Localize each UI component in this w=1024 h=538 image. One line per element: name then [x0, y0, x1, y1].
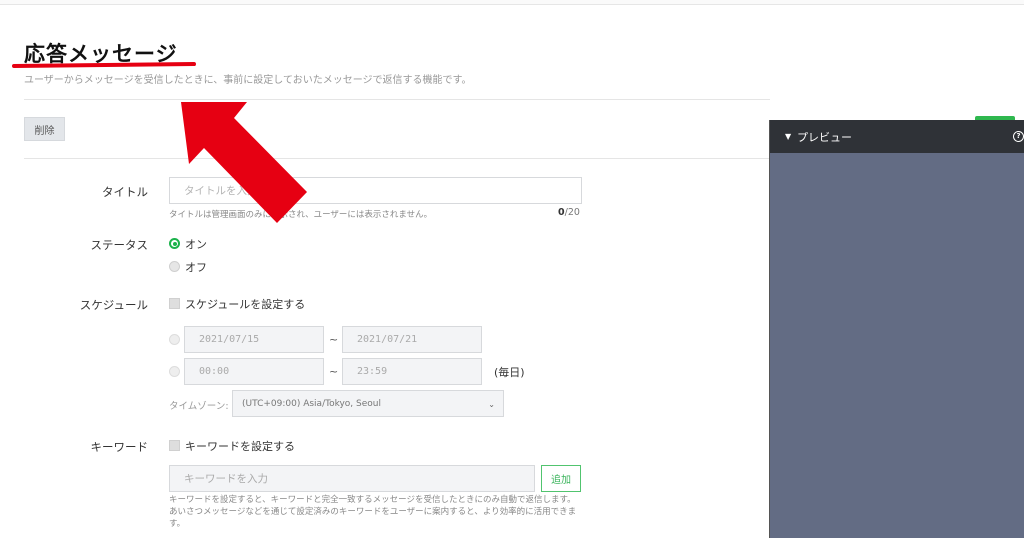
schedule-date-radio[interactable]	[169, 334, 180, 345]
schedule-label: スケジュール	[79, 298, 148, 312]
keyword-label: キーワード	[90, 440, 149, 454]
preview-panel: ▼ プレビュー ?	[769, 120, 1024, 538]
timezone-label: タイムゾーン:	[169, 401, 229, 412]
divider	[24, 99, 770, 100]
status-on-radio[interactable]	[169, 238, 180, 249]
status-on-label[interactable]: オン	[185, 236, 207, 252]
keyword-input[interactable]: キーワードを入力	[169, 465, 535, 492]
title-char-counter: 0/20	[558, 207, 580, 218]
title-input[interactable]: タイトルを入力	[169, 177, 582, 204]
everyday-label: (毎日)	[494, 366, 525, 379]
caret-down-icon: ▼	[785, 132, 792, 141]
timezone-value: (UTC+09:00) Asia/Tokyo, Seoul	[242, 398, 381, 409]
start-date-value: 2021/07/15	[199, 334, 260, 345]
question-circle-icon[interactable]: ?	[1013, 131, 1024, 142]
start-time-value: 00:00	[199, 366, 230, 377]
title-label: タイトル	[102, 185, 148, 199]
start-date-input[interactable]: 2021/07/15	[184, 326, 324, 353]
add-keyword-button[interactable]: 追加	[541, 465, 581, 492]
start-time-input[interactable]: 00:00	[184, 358, 324, 385]
preview-title: プレビュー	[797, 131, 852, 144]
arrow-shape	[181, 102, 307, 223]
date-range-separator: ~	[329, 333, 339, 346]
keyword-checkbox-label[interactable]: キーワードを設定する	[185, 438, 295, 454]
keyword-checkbox[interactable]	[169, 440, 180, 451]
keyword-input-placeholder: キーワードを入力	[184, 473, 268, 485]
top-bar	[0, 0, 1024, 5]
schedule-time-radio[interactable]	[169, 366, 180, 377]
schedule-checkbox[interactable]	[169, 298, 180, 309]
title-input-placeholder: タイトルを入力	[184, 185, 258, 197]
end-date-input[interactable]: 2021/07/21	[342, 326, 482, 353]
preview-header[interactable]: ▼ プレビュー ?	[770, 120, 1024, 153]
end-time-input[interactable]: 23:59	[342, 358, 482, 385]
chevron-down-icon: ⌄	[488, 400, 495, 409]
title-hint: タイトルは管理画面のみに表示され、ユーザーには表示されません。	[169, 210, 433, 220]
timezone-select[interactable]: (UTC+09:00) Asia/Tokyo, Seoul ⌄	[232, 390, 504, 417]
status-off-radio[interactable]	[169, 261, 180, 272]
end-time-value: 23:59	[357, 366, 388, 377]
schedule-checkbox-label[interactable]: スケジュールを設定する	[185, 296, 305, 312]
keyword-description: キーワードを設定すると、キーワードと完全一致するメッセージを受信したときにのみ自…	[169, 495, 577, 529]
status-label: ステータス	[90, 238, 149, 252]
page-description: ユーザーからメッセージを受信したときに、事前に設定しておいたメッセージで返信する…	[24, 75, 472, 86]
delete-button[interactable]: 削除	[24, 117, 65, 141]
divider	[24, 158, 770, 159]
status-off-label[interactable]: オフ	[185, 259, 207, 275]
end-date-value: 2021/07/21	[357, 334, 418, 345]
time-range-separator: ~	[329, 365, 339, 378]
